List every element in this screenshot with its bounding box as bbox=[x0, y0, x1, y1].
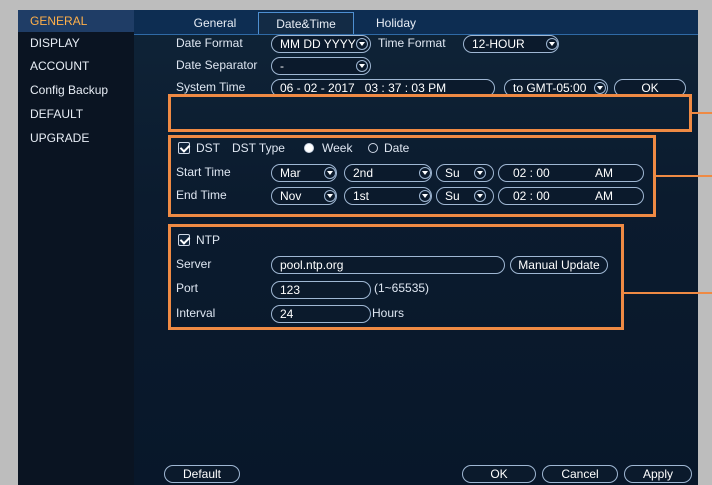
timezone-value: to GMT-05:00 bbox=[513, 81, 587, 95]
sidebar-item-general[interactable]: GENERAL bbox=[18, 10, 134, 32]
system-time-callout-line bbox=[692, 112, 712, 114]
sidebar-item-config-backup[interactable]: Config Backup bbox=[18, 79, 134, 101]
time-format-select[interactable]: 12-HOUR bbox=[463, 35, 559, 53]
cancel-button[interactable]: Cancel bbox=[542, 465, 618, 483]
dst-highlight bbox=[168, 135, 656, 217]
time-format-label: Time Format bbox=[378, 36, 446, 50]
time-format-dropdown-icon[interactable] bbox=[546, 38, 558, 50]
sidebar: GENERAL DISPLAY ACCOUNT Config Backup DE… bbox=[18, 10, 134, 485]
system-time-highlight bbox=[168, 94, 692, 132]
tab-general[interactable]: General bbox=[174, 12, 256, 34]
system-date-value: 06 - 02 - 2017 bbox=[280, 81, 355, 95]
ntp-callout-line bbox=[624, 292, 712, 294]
time-format-value: 12-HOUR bbox=[472, 37, 525, 51]
footer-ok-button[interactable]: OK bbox=[462, 465, 536, 483]
timezone-dropdown-icon[interactable] bbox=[594, 82, 606, 94]
default-button[interactable]: Default bbox=[164, 465, 240, 483]
apply-button[interactable]: Apply bbox=[624, 465, 692, 483]
sidebar-item-account[interactable]: ACCOUNT bbox=[18, 55, 134, 77]
dst-callout-line bbox=[656, 175, 712, 177]
tab-bar: General Date&Time Holiday bbox=[134, 10, 698, 35]
tab-date-time[interactable]: Date&Time bbox=[258, 12, 354, 34]
system-time-value: 03 : 37 : 03 PM bbox=[364, 81, 447, 95]
sidebar-item-display[interactable]: DISPLAY bbox=[18, 32, 134, 54]
date-format-label: Date Format bbox=[176, 36, 243, 50]
date-separator-dropdown-icon[interactable] bbox=[356, 60, 368, 72]
date-format-value: MM DD YYYY bbox=[280, 37, 356, 51]
system-time-label: System Time bbox=[176, 80, 246, 94]
date-format-dropdown-icon[interactable] bbox=[356, 38, 368, 50]
ntp-highlight bbox=[168, 224, 624, 330]
tab-holiday[interactable]: Holiday bbox=[356, 12, 436, 34]
date-separator-value: - bbox=[280, 59, 284, 73]
date-separator-label: Date Separator bbox=[176, 58, 258, 72]
sidebar-item-default[interactable]: DEFAULT bbox=[18, 103, 134, 125]
sidebar-item-upgrade[interactable]: UPGRADE bbox=[18, 127, 134, 149]
